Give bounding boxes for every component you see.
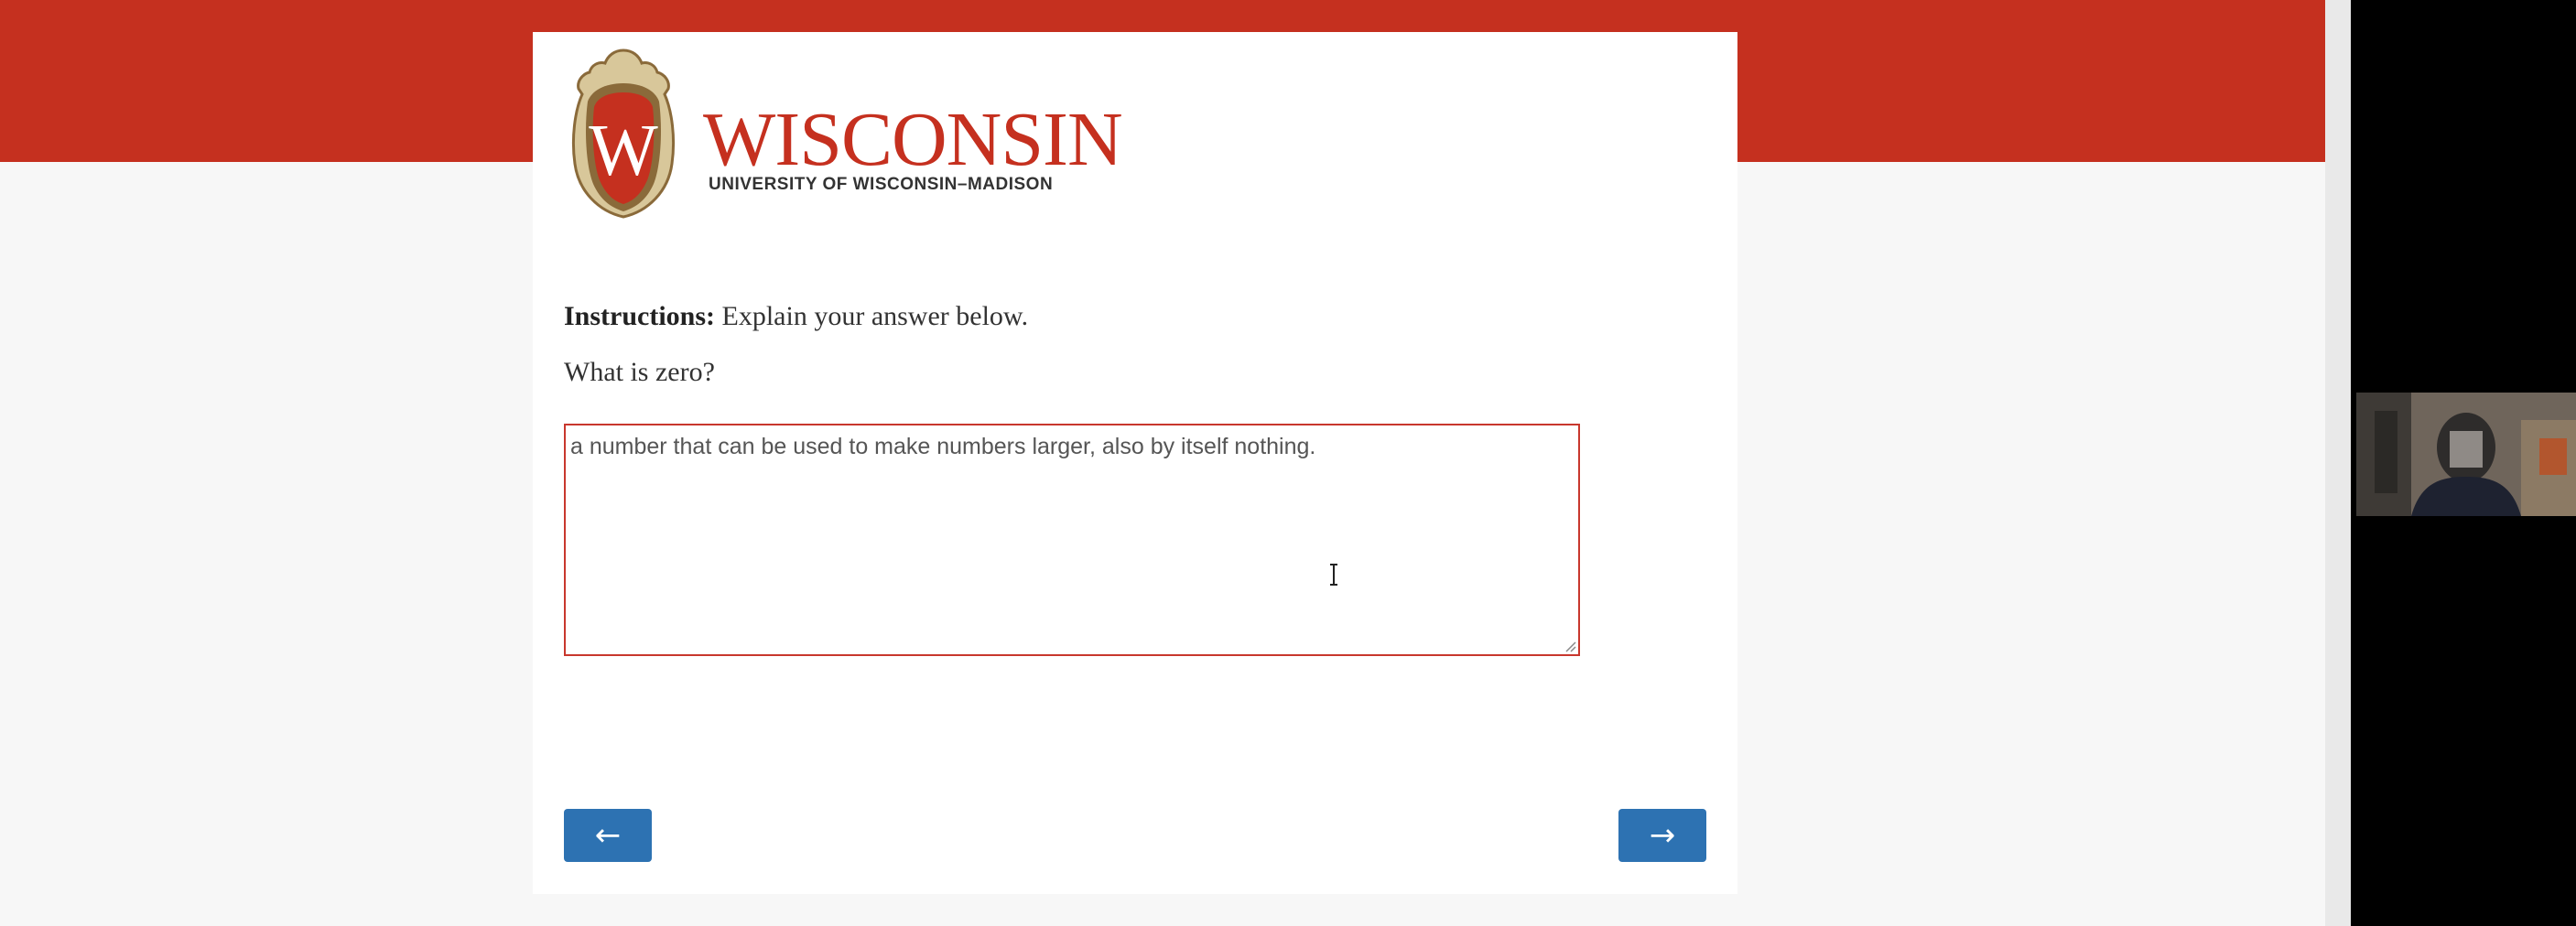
crest-icon: W xyxy=(571,48,676,219)
i-beam-cursor-icon xyxy=(1330,564,1337,586)
question-text: What is zero? xyxy=(564,357,715,387)
logo-subtitle: UNIVERSITY OF WISCONSIN–MADISON xyxy=(709,175,1054,194)
resize-grip-icon[interactable] xyxy=(1562,638,1576,652)
answer-textarea[interactable]: a number that can be used to make number… xyxy=(564,424,1580,656)
scrollbar[interactable] xyxy=(2325,0,2351,926)
logo-wordmark: WISCONSIN xyxy=(703,97,1123,182)
webcam-video-icon xyxy=(2356,393,2576,516)
survey-card: W WISCONSIN UNIVERSITY OF WISCONSIN–MADI… xyxy=(533,32,1737,894)
instructions-text: Instructions: Explain your answer below. xyxy=(564,300,1028,333)
crest-letter: W xyxy=(589,111,658,191)
browser-viewport: W WISCONSIN UNIVERSITY OF WISCONSIN–MADI… xyxy=(0,0,2325,926)
next-button[interactable]: → xyxy=(1618,809,1706,862)
university-logo: W WISCONSIN UNIVERSITY OF WISCONSIN–MADI… xyxy=(564,47,1123,221)
back-button[interactable]: ← xyxy=(564,809,652,862)
answer-text: a number that can be used to make number… xyxy=(570,434,1316,459)
instructions-body: Explain your answer below. xyxy=(715,301,1029,331)
instructions-label: Instructions: xyxy=(564,301,716,331)
webcam-thumbnail xyxy=(2356,393,2576,516)
